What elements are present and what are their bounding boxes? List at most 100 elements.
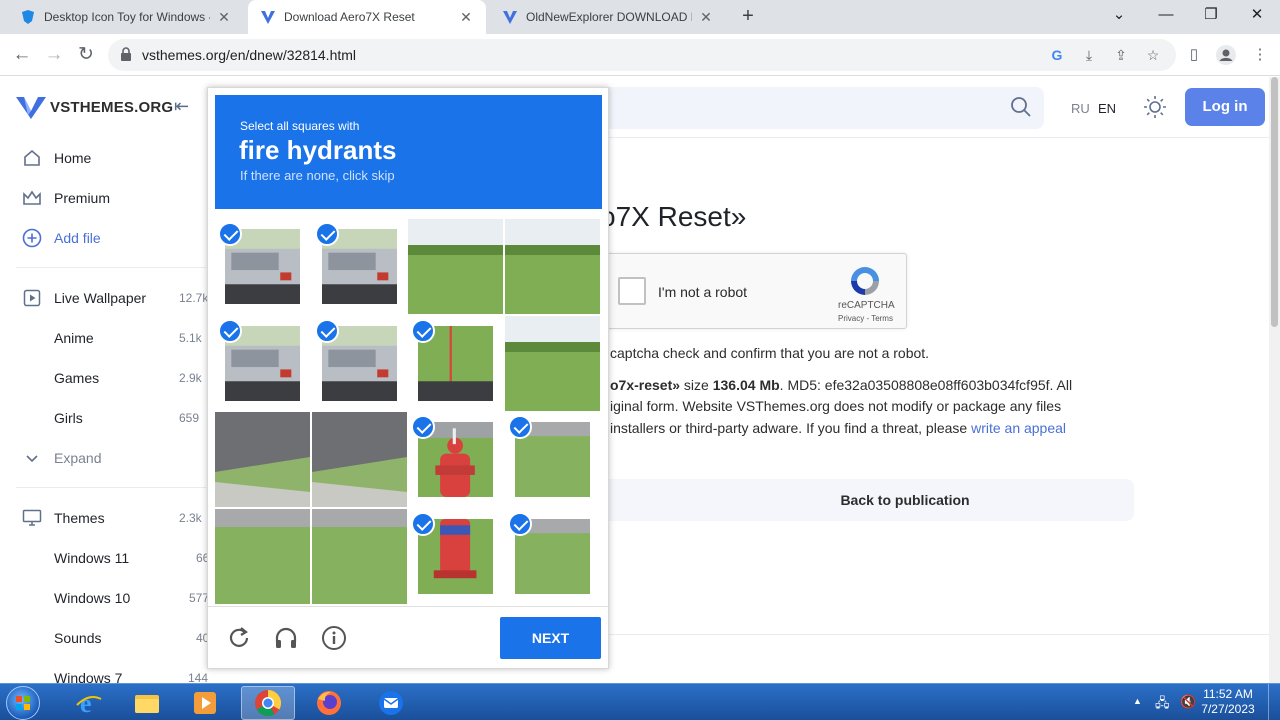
close-tab-icon[interactable]: ✕	[216, 9, 232, 26]
language-en-link[interactable]: EN	[1098, 101, 1116, 116]
back-to-publication-button[interactable]: Back to publication	[600, 479, 1134, 521]
sun-icon[interactable]	[1143, 95, 1167, 119]
page-scrollbar[interactable]	[1269, 77, 1280, 683]
tab-desktop-icon-toy[interactable]: Desktop Icon Toy for Windows - ✕	[8, 0, 244, 34]
info-icon[interactable]	[321, 625, 347, 651]
taskbar-media-player[interactable]	[178, 686, 232, 720]
recaptcha-links[interactable]: Privacy - Terms	[838, 314, 893, 323]
selected-check-icon	[411, 512, 435, 536]
sidebar-item-windows-10[interactable]: Windows 10 577	[0, 578, 210, 618]
captcha-prompt: Select all squares with	[240, 119, 360, 133]
size-label: size	[680, 377, 713, 393]
captcha-tile[interactable]	[312, 412, 407, 507]
chevron-down-icon	[22, 448, 42, 468]
close-tab-icon[interactable]: ✕	[458, 9, 474, 26]
sidebar-item-count: 659	[179, 411, 200, 425]
google-icon[interactable]: G	[1048, 46, 1066, 64]
sidebar-item-sounds[interactable]: Sounds 40	[0, 618, 210, 658]
captcha-tile[interactable]	[505, 219, 600, 314]
volume-muted-icon[interactable]: 🔇	[1180, 694, 1196, 710]
tab-title: Desktop Icon Toy for Windows -	[44, 10, 210, 24]
reload-challenge-icon[interactable]	[226, 625, 252, 651]
show-desktop-button[interactable]	[1268, 684, 1280, 720]
sidebar-item-girls[interactable]: Girls 659	[0, 398, 210, 438]
close-tab-icon[interactable]: ✕	[698, 9, 714, 26]
taskbar-thunderbird[interactable]	[364, 686, 418, 720]
clock-date: 7/27/2023	[1201, 702, 1255, 716]
taskbar-clock[interactable]: 11:52 AM 7/27/2023	[1196, 687, 1260, 717]
captcha-tile[interactable]	[215, 412, 310, 507]
chrome-menu-icon[interactable]: ⋮	[1250, 45, 1270, 65]
back-arrow-icon[interactable]: ←	[10, 43, 34, 67]
taskbar-file-explorer[interactable]	[120, 686, 174, 720]
info-text-line: installers or third-party adware. If you…	[610, 420, 1066, 436]
minimize-button[interactable]: —	[1143, 0, 1189, 30]
install-app-icon[interactable]: ⤓	[1080, 46, 1098, 64]
site-name: VSTHEMES.ORG	[50, 98, 174, 116]
sidebar-item-label: Windows 11	[54, 550, 130, 566]
file-size: 136.04 Mb	[712, 377, 780, 393]
selected-check-icon	[508, 512, 532, 536]
side-panel-icon[interactable]: ▯	[1184, 45, 1204, 65]
sidebar-item-windows-7[interactable]: Windows 7 144	[0, 658, 210, 683]
language-ru-link[interactable]: RU	[1071, 101, 1090, 116]
sidebar-item-label: Anime	[54, 330, 94, 346]
search-icon[interactable]	[1010, 96, 1032, 118]
tab-oldnewexplorer[interactable]: OldNewExplorer DOWNLOAD FR ✕	[490, 0, 726, 34]
next-button[interactable]: NEXT	[500, 617, 601, 659]
start-button[interactable]	[6, 686, 40, 720]
restore-button[interactable]: ❐	[1188, 0, 1234, 30]
sidebar-item-count: 2.3k	[179, 511, 202, 525]
taskbar-chrome[interactable]	[241, 686, 295, 720]
captcha-challenge-dialog: Select all squares with fire hydrants If…	[207, 87, 609, 669]
headphones-icon[interactable]	[273, 625, 299, 651]
collapse-sidebar-icon[interactable]: ⇤	[174, 96, 189, 117]
write-appeal-link[interactable]: write an appeal	[971, 420, 1066, 436]
reload-icon[interactable]: ↻	[74, 43, 98, 67]
forward-arrow-icon[interactable]: →	[42, 43, 66, 67]
sidebar-item-anime[interactable]: Anime 5.1k	[0, 318, 210, 358]
captcha-tile[interactable]	[312, 509, 407, 604]
tab-download-aero7x[interactable]: Download Aero7X Reset ✕	[248, 0, 486, 34]
sidebar-item-home[interactable]: Home	[0, 138, 210, 178]
share-icon[interactable]: ⇪	[1112, 46, 1130, 64]
sidebar-item-label: Windows 10	[54, 590, 131, 606]
sidebar-item-expand[interactable]: Expand	[0, 438, 210, 478]
captcha-instruction: captcha check and confirm that you are n…	[610, 345, 930, 361]
profile-icon[interactable]	[1216, 45, 1236, 65]
sidebar-item-themes[interactable]: Themes 2.3k	[0, 498, 210, 538]
vsthemes-favicon-icon	[503, 11, 517, 24]
sidebar-divider	[16, 267, 206, 268]
new-tab-button[interactable]: +	[738, 5, 758, 29]
vsthemes-logo-icon	[16, 97, 46, 119]
bookmark-star-icon[interactable]: ☆	[1144, 46, 1162, 64]
captcha-tile-image	[215, 509, 310, 604]
captcha-tile-image	[505, 316, 600, 411]
sidebar-item-add-file[interactable]: Add file	[0, 218, 210, 258]
scrollbar-thumb[interactable]	[1271, 77, 1278, 327]
captcha-tile[interactable]	[505, 316, 600, 411]
selected-check-icon	[218, 319, 242, 343]
recaptcha-label: I'm not a robot	[658, 284, 748, 300]
close-window-button[interactable]: ✕	[1234, 0, 1280, 30]
login-button[interactable]: Log in	[1185, 88, 1265, 126]
crown-icon	[22, 188, 42, 208]
site-logo[interactable]: VSTHEMES.ORG	[16, 95, 173, 119]
captcha-tile[interactable]	[408, 219, 503, 314]
sidebar-item-windows-11[interactable]: Windows 11 66	[0, 538, 210, 578]
sidebar-item-live-wallpaper[interactable]: Live Wallpaper 12.7k	[0, 278, 210, 318]
address-bar[interactable]: vsthemes.org/en/dnew/32814.html G ⤓ ⇪ ☆	[108, 39, 1176, 71]
recaptcha-checkbox[interactable]	[618, 277, 646, 305]
sidebar-item-premium[interactable]: Premium	[0, 178, 210, 218]
taskbar-internet-explorer[interactable]: e	[62, 686, 116, 720]
site-search-input[interactable]	[600, 87, 1044, 129]
tab-search-icon[interactable]: ⌄	[1096, 0, 1142, 30]
selected-check-icon	[411, 415, 435, 439]
recaptcha-brand: reCAPTCHA	[838, 300, 895, 311]
sidebar-item-games[interactable]: Games 2.9k	[0, 358, 210, 398]
sidebar-item-label: Live Wallpaper	[54, 290, 147, 306]
taskbar-firefox[interactable]	[302, 686, 356, 720]
network-icon[interactable]: 🖧	[1155, 694, 1170, 716]
captcha-tile[interactable]	[215, 509, 310, 604]
tray-expand-icon[interactable]: ▲	[1133, 696, 1142, 706]
